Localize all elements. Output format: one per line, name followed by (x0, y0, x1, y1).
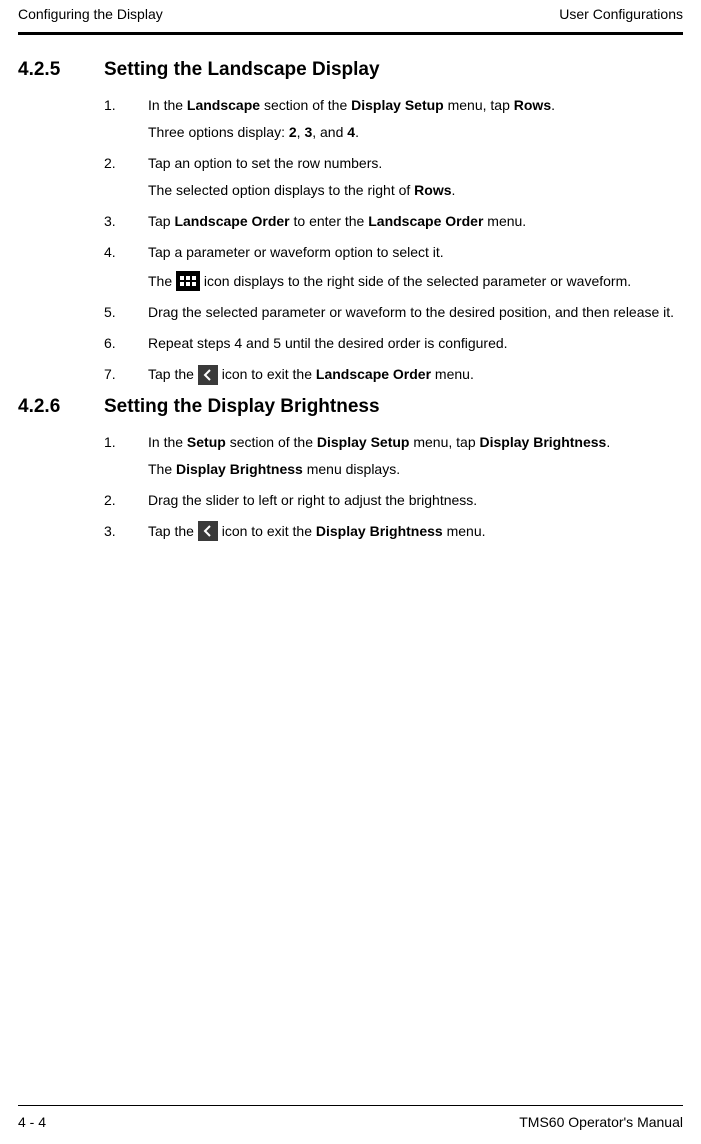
text: menu displays. (303, 461, 400, 477)
text: In the (148, 434, 187, 450)
step-7: 7. Tap the icon to exit the Landscape Or… (104, 364, 683, 385)
text-bold: Landscape (187, 97, 260, 113)
step-body: Repeat steps 4 and 5 until the desired o… (148, 333, 683, 354)
text: Tap (148, 213, 174, 229)
step-body: Tap a parameter or waveform option to se… (148, 242, 683, 292)
section-title: Setting the Display Brightness (104, 396, 380, 418)
step-number: 5. (104, 302, 148, 323)
step-4: 4. Tap a parameter or waveform option to… (104, 242, 683, 292)
text-bold: Landscape Order (316, 366, 431, 382)
text: Tap the (148, 366, 198, 382)
text: The (148, 273, 176, 289)
page-footer: 4 - 4 TMS60 Operator's Manual (18, 1105, 683, 1130)
step-5: 5. Drag the selected parameter or wavefo… (104, 302, 683, 323)
back-chevron-icon (198, 521, 218, 541)
step-number: 3. (104, 211, 148, 232)
step-body: Tap an option to set the row numbers. Th… (148, 153, 683, 201)
section-number: 4.2.6 (18, 396, 104, 418)
page-header: Configuring the Display User Configurati… (18, 0, 683, 32)
section-title: Setting the Landscape Display (104, 59, 380, 81)
drag-grid-icon (176, 271, 200, 291)
footer-page-number: 4 - 4 (18, 1114, 46, 1130)
header-left: Configuring the Display (18, 6, 163, 22)
text: to enter the (290, 213, 369, 229)
step-number: 1. (104, 432, 148, 480)
step-1: 1. In the Setup section of the Display S… (104, 432, 683, 480)
text-bold: Display Setup (351, 97, 444, 113)
text: Three options display: (148, 124, 289, 140)
section-426-heading: 4.2.6 Setting the Display Brightness (18, 396, 683, 418)
text: section of the (226, 434, 317, 450)
section-425-heading: 4.2.5 Setting the Landscape Display (18, 59, 683, 81)
step-number: 2. (104, 153, 148, 201)
text-bold: Display Setup (317, 434, 410, 450)
text: icon to exit the (218, 366, 316, 382)
text-bold: 4 (347, 124, 355, 140)
step-body: Drag the slider to left or right to adju… (148, 490, 683, 511)
text: Tap the (148, 523, 198, 539)
text: menu. (443, 523, 486, 539)
header-right: User Configurations (559, 6, 683, 22)
footer-rule (18, 1105, 683, 1106)
text-bold: Rows (514, 97, 551, 113)
text: Repeat steps 4 and 5 until the desired o… (148, 333, 683, 354)
step-body: In the Setup section of the Display Setu… (148, 432, 683, 480)
section-426-steps: 1. In the Setup section of the Display S… (104, 432, 683, 542)
step-number: 3. (104, 521, 148, 542)
text-bold: Display Brightness (480, 434, 607, 450)
text: icon to exit the (218, 523, 316, 539)
text: menu, tap (409, 434, 479, 450)
text: , and (312, 124, 347, 140)
text: Drag the selected parameter or waveform … (148, 302, 683, 323)
step-body: In the Landscape section of the Display … (148, 95, 683, 143)
text: In the (148, 97, 187, 113)
back-chevron-icon (198, 365, 218, 385)
step-number: 7. (104, 364, 148, 385)
step-3: 3. Tap the icon to exit the Display Brig… (104, 521, 683, 542)
text: menu. (483, 213, 526, 229)
text: menu. (431, 366, 474, 382)
text-bold: 2 (289, 124, 297, 140)
step-body: Tap Landscape Order to enter the Landsca… (148, 211, 683, 232)
text: The selected option displays to the righ… (148, 182, 414, 198)
step-2: 2. Drag the slider to left or right to a… (104, 490, 683, 511)
step-body: Tap the icon to exit the Landscape Order… (148, 364, 683, 385)
text: Tap a parameter or waveform option to se… (148, 242, 683, 263)
text: Tap an option to set the row numbers. (148, 153, 683, 174)
text: . (551, 97, 555, 113)
text: icon displays to the right side of the s… (200, 273, 631, 289)
text-bold: Rows (414, 182, 451, 198)
text-bold: Setup (187, 434, 226, 450)
text-bold: Display Brightness (176, 461, 303, 477)
text: The (148, 461, 176, 477)
step-1: 1. In the Landscape section of the Displ… (104, 95, 683, 143)
text: section of the (260, 97, 351, 113)
step-3: 3. Tap Landscape Order to enter the Land… (104, 211, 683, 232)
step-number: 1. (104, 95, 148, 143)
text: . (452, 182, 456, 198)
step-6: 6. Repeat steps 4 and 5 until the desire… (104, 333, 683, 354)
section-number: 4.2.5 (18, 59, 104, 81)
text: . (355, 124, 359, 140)
text: Drag the slider to left or right to adju… (148, 490, 683, 511)
text-bold: Landscape Order (174, 213, 289, 229)
step-body: Tap the icon to exit the Display Brightn… (148, 521, 683, 542)
header-rule (18, 32, 683, 35)
section-425-steps: 1. In the Landscape section of the Displ… (104, 95, 683, 386)
step-number: 4. (104, 242, 148, 292)
step-number: 2. (104, 490, 148, 511)
step-number: 6. (104, 333, 148, 354)
step-body: Drag the selected parameter or waveform … (148, 302, 683, 323)
footer-manual-title: TMS60 Operator's Manual (519, 1114, 683, 1130)
text-bold: Display Brightness (316, 523, 443, 539)
text: . (606, 434, 610, 450)
text: menu, tap (444, 97, 514, 113)
text-bold: Landscape Order (368, 213, 483, 229)
step-2: 2. Tap an option to set the row numbers.… (104, 153, 683, 201)
